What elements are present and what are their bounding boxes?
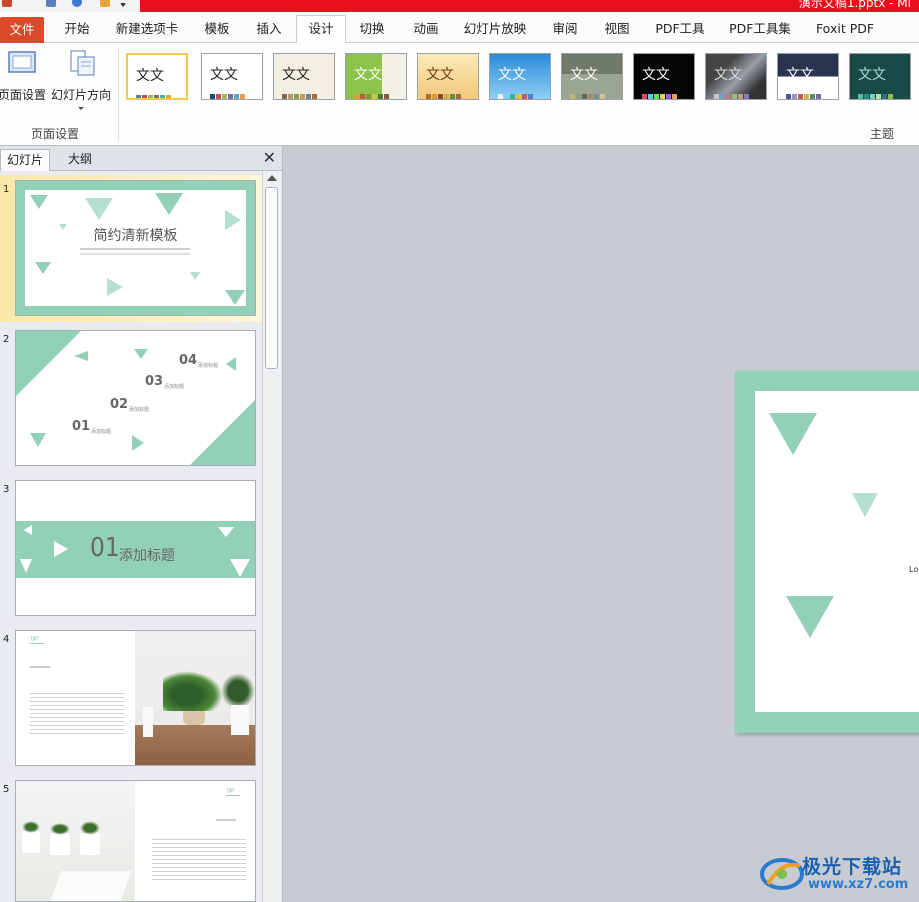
tab-slideshow[interactable]: 幻灯片放映	[458, 16, 532, 42]
theme-5[interactable]: 文文	[417, 53, 479, 100]
slide-title: 简约清新模板	[93, 228, 178, 244]
slide-orientation-label: 幻灯片方向	[50, 88, 111, 102]
theme-8[interactable]: 文文	[633, 53, 695, 100]
chevron-down-icon	[78, 107, 84, 110]
slide-orientation-button[interactable]: 幻灯片方向	[50, 49, 112, 110]
scroll-up-icon[interactable]	[267, 175, 277, 181]
slide-number: 1	[3, 184, 10, 195]
agenda-number: 02	[110, 397, 129, 412]
theme-office[interactable]: 文文	[126, 53, 188, 100]
slide-number: 5	[3, 784, 10, 795]
undo-icon[interactable]	[46, 0, 56, 7]
panel-tabs: 幻灯片 大纲 ✕	[0, 146, 282, 171]
new-slide-icon[interactable]	[100, 0, 110, 7]
watermark-name: 极光下载站	[802, 856, 903, 878]
theme-10[interactable]: 文文	[777, 53, 839, 100]
slide-thumbnail-3[interactable]: 01 添加标题	[15, 480, 256, 616]
theme-11[interactable]: 文文	[849, 53, 911, 100]
current-slide[interactable]: Lo	[735, 371, 919, 733]
title-bar: 演示文稿1.pptx - Mi	[0, 0, 919, 12]
tab-animations[interactable]: 动画	[404, 16, 448, 42]
page-setup-label: 页面设置	[0, 88, 46, 102]
slide-thumbnail-5[interactable]: TJKT	[15, 780, 256, 902]
tab-view[interactable]: 视图	[596, 16, 638, 42]
watermark-logo-icon	[760, 858, 804, 890]
ribbon: 页面设置 幻灯片方向 页面设置 文文 文文 文文 文文 文文 文文 文文 文文	[0, 43, 919, 146]
theme-4[interactable]: 文文	[345, 53, 407, 100]
slide-thumbnail-4[interactable]: TJKT	[15, 630, 256, 766]
theme-2[interactable]: 文文	[201, 53, 263, 100]
slide-thumbnail-2[interactable]: 04 添加标题 03 添加标题 02 添加标题 01 添加标题	[15, 330, 256, 466]
slides-scrollbar[interactable]	[262, 171, 281, 902]
tab-transitions[interactable]: 切换	[350, 16, 394, 42]
slide-number: 2	[3, 334, 10, 345]
tab-foxit-pdf[interactable]: Foxit PDF	[810, 16, 880, 42]
plant-photo	[135, 631, 255, 765]
close-icon[interactable]: ✕	[263, 148, 276, 167]
tab-design[interactable]: 设计	[296, 15, 346, 43]
customize-toolbar-icon[interactable]	[120, 3, 126, 7]
tab-templates[interactable]: 模板	[196, 16, 238, 42]
slide-number: 3	[3, 484, 10, 495]
tab-outline[interactable]: 大纲	[62, 149, 98, 170]
scroll-thumb[interactable]	[265, 187, 278, 369]
slide-orientation-icon	[50, 49, 112, 80]
agenda-number: 01	[72, 419, 91, 434]
slides-panel: 幻灯片 大纲 ✕ 1 简约清新模板 2 04 添加标题 03 添加标题 02 添…	[0, 146, 283, 902]
theme-9[interactable]: 文文	[705, 53, 767, 100]
tab-slides[interactable]: 幻灯片	[0, 149, 51, 171]
watermark-url: www.xz7.com	[808, 877, 909, 892]
theme-6[interactable]: 文文	[489, 53, 551, 100]
theme-3[interactable]: 文文	[273, 53, 335, 100]
redo-icon[interactable]	[72, 0, 82, 7]
tab-pdf-tools[interactable]: PDF工具	[650, 16, 710, 42]
quick-access-toolbar	[0, 0, 140, 12]
group-label-page-setup: 页面设置	[31, 127, 80, 141]
tab-file[interactable]: 文件	[0, 17, 44, 43]
section-number: 01	[90, 533, 120, 563]
tab-review[interactable]: 审阅	[544, 16, 586, 42]
group-label-themes: 主题	[870, 127, 895, 141]
group-divider	[118, 47, 119, 141]
watermark: 极光下载站 www.xz7.com	[760, 850, 919, 898]
tab-new[interactable]: 新建选项卡	[110, 16, 184, 42]
slide-partial-text: Lo	[909, 565, 919, 574]
theme-7[interactable]: 文文	[561, 53, 623, 100]
tab-pdf-toolset[interactable]: PDF工具集	[724, 16, 796, 42]
slide-thumbnail-1[interactable]: 简约清新模板	[15, 180, 256, 316]
tab-home[interactable]: 开始	[54, 16, 100, 42]
window-title: 演示文稿1.pptx - Mi	[798, 0, 911, 10]
tab-insert[interactable]: 插入	[248, 16, 290, 42]
section-title: 添加标题	[119, 548, 175, 564]
agenda-number: 04	[179, 353, 198, 368]
agenda-number: 03	[145, 374, 164, 389]
page-setup-icon	[0, 49, 48, 80]
slide-number: 4	[3, 634, 10, 645]
page-setup-button[interactable]: 页面设置	[0, 49, 48, 103]
save-icon[interactable]	[2, 0, 12, 7]
ribbon-tabs: 文件 开始 新建选项卡 模板 插入 设计 切换 动画 幻灯片放映 审阅 视图 P…	[0, 12, 919, 43]
succulent-photo	[16, 781, 135, 901]
